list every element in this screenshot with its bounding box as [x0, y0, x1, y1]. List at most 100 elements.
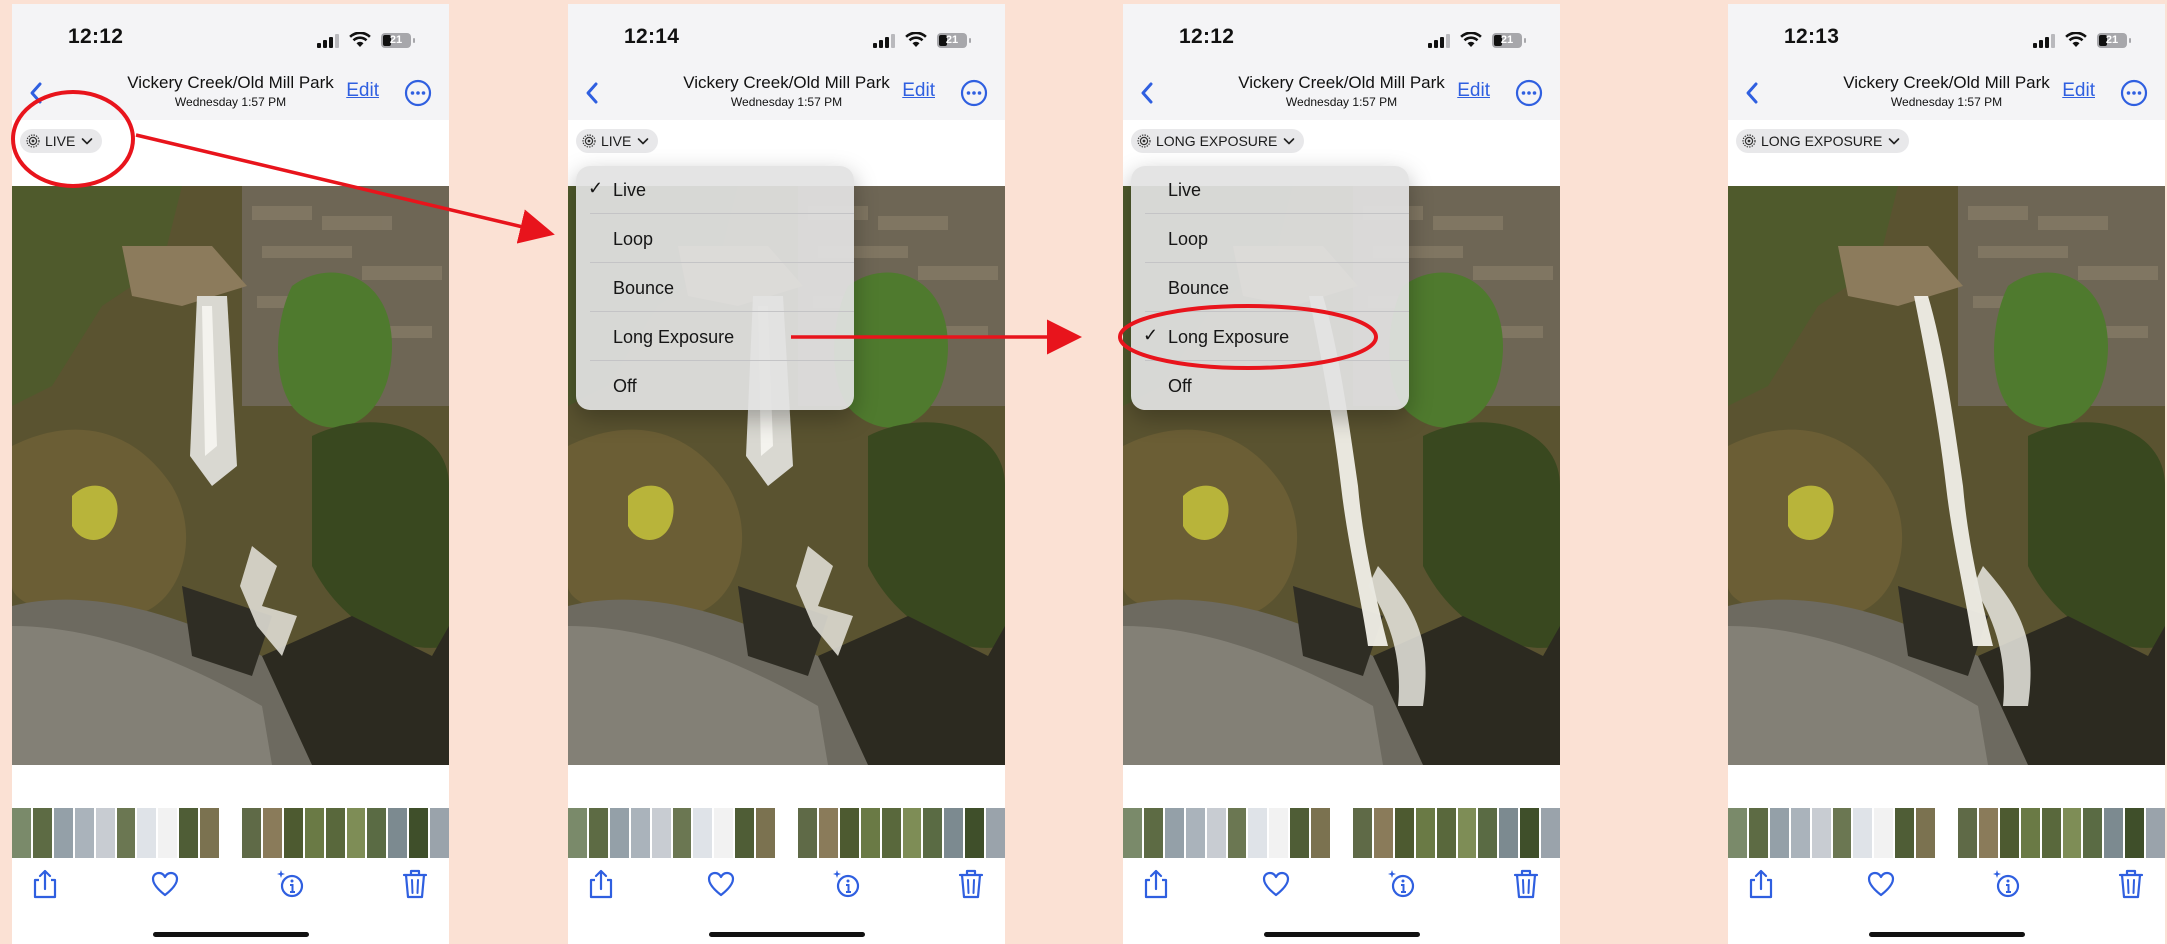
menu-item-loop[interactable]: Loop	[1131, 215, 1409, 263]
thumbnail[interactable]	[1394, 808, 1414, 858]
menu-item-bounce[interactable]: Bounce	[1131, 264, 1409, 312]
thumbnail[interactable]	[74, 808, 94, 858]
thumbnail[interactable]	[797, 808, 817, 858]
share-icon[interactable]	[1141, 868, 1171, 900]
thumbnail[interactable]	[756, 808, 776, 858]
thumbnail[interactable]	[2041, 808, 2061, 858]
thumbnail[interactable]	[1269, 808, 1289, 858]
thumbnail[interactable]	[1874, 808, 1894, 858]
thumbnail[interactable]	[32, 808, 52, 858]
thumbnail[interactable]	[1352, 808, 1372, 858]
thumbnail[interactable]	[262, 808, 282, 858]
thumbnail[interactable]	[818, 808, 838, 858]
thumbnail-strip[interactable]	[568, 808, 1005, 858]
thumbnail[interactable]	[860, 808, 880, 858]
trash-icon[interactable]	[1511, 868, 1541, 900]
thumbnail[interactable]	[965, 808, 985, 858]
thumbnail[interactable]	[388, 808, 408, 858]
heart-icon[interactable]	[1261, 868, 1291, 900]
share-icon[interactable]	[30, 868, 60, 900]
live-mode-selector[interactable]: LIVE	[576, 129, 659, 153]
live-mode-selector[interactable]: LIVE	[20, 129, 103, 153]
thumbnail[interactable]	[1957, 808, 1977, 858]
thumbnail[interactable]	[1790, 808, 1810, 858]
thumbnail[interactable]	[1248, 808, 1268, 858]
thumbnail[interactable]	[409, 808, 429, 858]
menu-item-live[interactable]: Live	[1131, 166, 1409, 214]
menu-item-long-exposure[interactable]: Long Exposure	[576, 313, 854, 361]
more-ellipsis-icon[interactable]	[959, 78, 989, 108]
edit-button[interactable]: Edit	[902, 80, 935, 102]
info-sparkle-icon[interactable]	[831, 868, 861, 900]
thumbnail[interactable]	[735, 808, 755, 858]
menu-item-live[interactable]: ✓ Live	[576, 166, 854, 214]
thumbnail[interactable]	[221, 808, 240, 858]
share-icon[interactable]	[586, 868, 616, 900]
thumbnail[interactable]	[1290, 808, 1310, 858]
thumbnail[interactable]	[777, 808, 796, 858]
info-sparkle-icon[interactable]	[1991, 868, 2021, 900]
thumbnail[interactable]	[630, 808, 650, 858]
thumbnail[interactable]	[1728, 808, 1747, 858]
thumbnail[interactable]	[1332, 808, 1351, 858]
thumbnail[interactable]	[95, 808, 115, 858]
thumbnail[interactable]	[1937, 808, 1956, 858]
thumbnail[interactable]	[1520, 808, 1540, 858]
thumbnail[interactable]	[1143, 808, 1163, 858]
thumbnail[interactable]	[1373, 808, 1393, 858]
thumbnail[interactable]	[1478, 808, 1498, 858]
thumbnail[interactable]	[714, 808, 734, 858]
thumbnail[interactable]	[588, 808, 608, 858]
thumbnail[interactable]	[881, 808, 901, 858]
thumbnail[interactable]	[200, 808, 220, 858]
more-ellipsis-icon[interactable]	[403, 78, 433, 108]
menu-item-loop[interactable]: Loop	[576, 215, 854, 263]
thumbnail[interactable]	[1227, 808, 1247, 858]
thumbnail[interactable]	[651, 808, 671, 858]
thumbnail[interactable]	[1436, 808, 1456, 858]
thumbnail[interactable]	[902, 808, 922, 858]
more-ellipsis-icon[interactable]	[2119, 78, 2149, 108]
thumbnail[interactable]	[137, 808, 157, 858]
heart-icon[interactable]	[150, 868, 180, 900]
thumbnail[interactable]	[346, 808, 366, 858]
thumbnail[interactable]	[1206, 808, 1226, 858]
thumbnail[interactable]	[53, 808, 73, 858]
heart-icon[interactable]	[1866, 868, 1896, 900]
thumbnail[interactable]	[944, 808, 964, 858]
thumbnail[interactable]	[2125, 808, 2145, 858]
edit-button[interactable]: Edit	[1457, 80, 1490, 102]
thumbnail[interactable]	[1164, 808, 1184, 858]
info-sparkle-icon[interactable]	[1386, 868, 1416, 900]
thumbnail[interactable]	[1999, 808, 2019, 858]
thumbnail[interactable]	[1311, 808, 1331, 858]
edit-button[interactable]: Edit	[346, 80, 379, 102]
thumbnail[interactable]	[568, 808, 587, 858]
thumbnail[interactable]	[1895, 808, 1915, 858]
thumbnail[interactable]	[2062, 808, 2082, 858]
thumbnail[interactable]	[304, 808, 324, 858]
menu-item-off[interactable]: Off	[576, 362, 854, 410]
thumbnail[interactable]	[12, 808, 31, 858]
thumbnail[interactable]	[1499, 808, 1519, 858]
thumbnail[interactable]	[283, 808, 303, 858]
thumbnail[interactable]	[609, 808, 629, 858]
menu-item-bounce[interactable]: Bounce	[576, 264, 854, 312]
share-icon[interactable]	[1746, 868, 1776, 900]
thumbnail[interactable]	[430, 808, 449, 858]
trash-icon[interactable]	[400, 868, 430, 900]
thumbnail[interactable]	[1457, 808, 1477, 858]
trash-icon[interactable]	[2116, 868, 2146, 900]
menu-item-long-exposure[interactable]: ✓ Long Exposure	[1131, 313, 1409, 361]
thumbnail[interactable]	[367, 808, 387, 858]
thumbnail[interactable]	[1185, 808, 1205, 858]
thumbnail[interactable]	[672, 808, 692, 858]
thumbnail-strip[interactable]	[12, 808, 449, 858]
thumbnail[interactable]	[1811, 808, 1831, 858]
thumbnail[interactable]	[693, 808, 713, 858]
thumbnail[interactable]	[179, 808, 199, 858]
live-mode-selector[interactable]: LONG EXPOSURE	[1736, 129, 1910, 153]
thumbnail[interactable]	[1769, 808, 1789, 858]
heart-icon[interactable]	[706, 868, 736, 900]
thumbnail[interactable]	[325, 808, 345, 858]
